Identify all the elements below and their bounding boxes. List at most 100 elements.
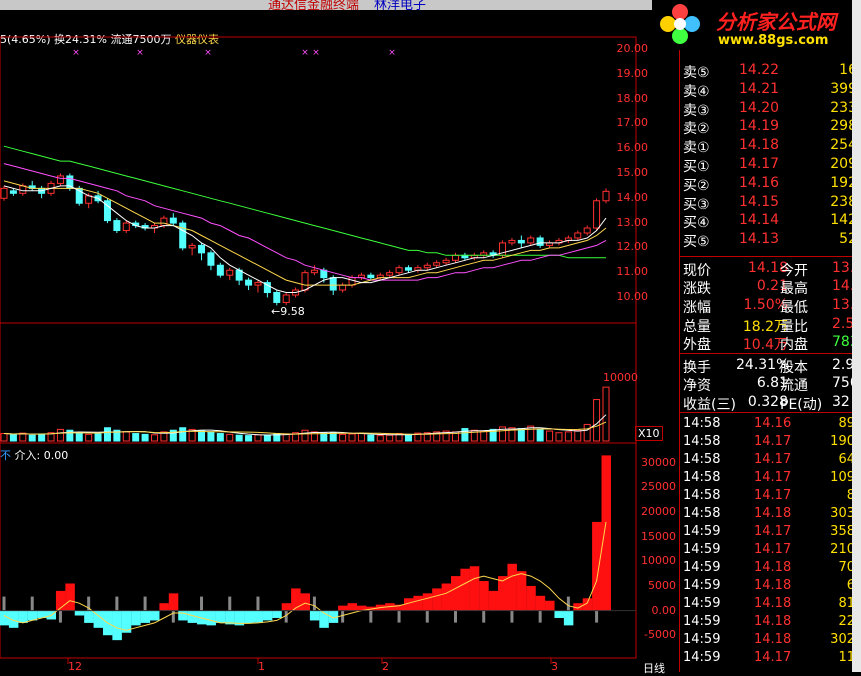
- signal-marker: ×: [388, 48, 396, 58]
- order-book-row[interactable]: 买③ 14.15 238: [680, 194, 861, 213]
- order-book-row[interactable]: 买② 14.16 192: [680, 175, 861, 194]
- indicator-bar: [535, 595, 546, 611]
- signal-marker: ×: [301, 48, 309, 58]
- volume-bar: [263, 434, 271, 442]
- order-level-label: 卖①: [683, 140, 710, 157]
- volume-bar: [245, 435, 253, 442]
- volume-bar: [301, 429, 309, 442]
- trade-price: 14.17: [754, 650, 792, 665]
- trade-time: 14:59: [683, 542, 721, 557]
- order-price: 14.17: [739, 156, 780, 172]
- trade-row: 14:59 14.17 210: [680, 542, 861, 560]
- trade-price: 14.17: [754, 524, 792, 539]
- candle-body: [179, 222, 187, 249]
- order-level-label: 卖④: [683, 83, 710, 100]
- order-book-row[interactable]: 买① 14.17 209: [680, 156, 861, 175]
- indicator-bar: [347, 603, 358, 611]
- stat-label: 总量: [683, 319, 711, 335]
- volume-bar: [122, 431, 130, 442]
- price-axis-tick: 10.00: [616, 290, 649, 303]
- order-book-row[interactable]: 卖① 14.18 254: [680, 137, 861, 157]
- candle-body: [433, 262, 441, 266]
- logo-text: 分析家公式网: [716, 10, 836, 34]
- stat-label: 股本: [780, 360, 808, 376]
- indicator-bar: [27, 610, 38, 621]
- signal-marker: ×: [312, 48, 320, 58]
- indicator-bar: [131, 610, 141, 626]
- order-book-row[interactable]: 卖⑤ 14.22 16: [680, 62, 861, 81]
- candle-body: [254, 282, 262, 286]
- period-tab[interactable]: 日线: [643, 660, 665, 676]
- candle-body: [207, 252, 215, 266]
- trade-price: 14.17: [754, 470, 792, 485]
- stat-label: 流通: [780, 378, 808, 394]
- indicator-bar: [281, 603, 292, 611]
- date-label: 2: [382, 660, 389, 673]
- indicator-prefix: 不: [0, 449, 11, 462]
- indicator-axis-tick: 30000: [641, 455, 676, 469]
- volume-bar: [94, 433, 102, 442]
- volume-bar: [583, 423, 591, 442]
- order-level-label: 买②: [683, 177, 710, 194]
- order-book-row[interactable]: 卖② 14.19 298: [680, 118, 861, 138]
- quote-stat-row: 现价 14.18 今开 13.8: [680, 260, 861, 279]
- order-price: 14.14: [739, 212, 780, 229]
- indicator-bar: [526, 585, 536, 611]
- indicator-bar: [74, 610, 85, 616]
- kline-chart[interactable]: × × × × × ×: [0, 0, 680, 672]
- volume-bar: [151, 434, 158, 442]
- ma20-line: [3, 163, 607, 281]
- candle-body: [19, 185, 27, 194]
- trade-row: 14:59 14.18 22: [680, 614, 861, 632]
- candle-body: [198, 244, 206, 254]
- candle-body: [583, 227, 591, 234]
- price-axis-tick: 11.00: [616, 265, 649, 279]
- order-price: 14.18: [739, 137, 780, 154]
- candle-body: [536, 237, 544, 246]
- order-book-row[interactable]: 卖③ 14.20 233: [680, 100, 861, 119]
- volume-bar: [207, 431, 215, 442]
- volume-bar: [329, 432, 337, 442]
- candle-body: [348, 277, 356, 286]
- indicator-bar: [432, 588, 442, 611]
- stat-label: 内盘: [780, 337, 808, 353]
- trade-row: 14:58 14.17 64: [680, 452, 861, 470]
- indicator-bar: [291, 588, 301, 611]
- order-book-row[interactable]: 买④ 14.14 142: [680, 212, 861, 231]
- volume-bar: [386, 434, 394, 442]
- candle-body: [367, 274, 375, 279]
- candle-body: [310, 269, 318, 274]
- volume-bar: [602, 386, 610, 442]
- stat-label: 今开: [780, 263, 808, 279]
- order-price: 14.21: [739, 80, 780, 97]
- indicator-bar: [309, 610, 320, 621]
- volume-bar: [85, 433, 93, 442]
- volume-bar: [564, 431, 572, 442]
- trade-time: 14:59: [683, 524, 721, 539]
- indicator-bar: [206, 610, 216, 626]
- candle-body: [56, 175, 64, 184]
- indicator-bar: [0, 610, 9, 626]
- candle-body: [245, 279, 253, 286]
- order-book-row[interactable]: 卖④ 14.21 399: [680, 80, 861, 100]
- volume-bar: [141, 433, 149, 442]
- candle-body: [122, 222, 130, 232]
- volume-panel-frame: [0, 322, 637, 444]
- volume-bar: [357, 433, 365, 442]
- candle-body: [320, 269, 328, 279]
- order-level-label: 卖②: [683, 121, 710, 138]
- price-axis-tick: 16.00: [616, 141, 649, 155]
- indicator-bar: [112, 610, 122, 641]
- quote-stat-row: 收益(三) 0.328 PE(动) 32: [680, 394, 861, 413]
- price-axis-tick: 15.00: [616, 166, 649, 179]
- order-book-row[interactable]: 买⑤ 14.13 52: [680, 231, 861, 250]
- price-axis-tick: 19.00: [616, 66, 649, 80]
- indicator-axis-tick: 20000: [641, 505, 676, 519]
- quote-stat-row: 净资6.81流通7500: [680, 375, 861, 394]
- trade-row: 14:58 14.17 8: [680, 488, 861, 506]
- indicator-bar: [178, 610, 188, 621]
- trade-time: 14:58: [683, 452, 721, 467]
- vertical-scrollbar[interactable]: [852, 0, 861, 672]
- candle-body: [9, 190, 17, 194]
- order-level-label: 卖③: [683, 102, 710, 119]
